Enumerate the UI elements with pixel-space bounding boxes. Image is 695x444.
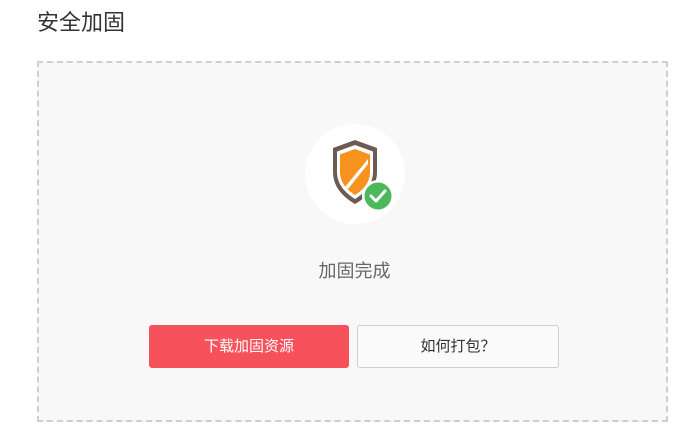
how-to-package-button[interactable]: 如何打包？ [357,325,559,368]
shield-check-icon [305,124,405,224]
page-title: 安全加固 [37,11,126,36]
result-panel: 加固完成 下载加固资源 如何打包？ [37,61,668,422]
page: 安全加固 加固完成 下载加固资源 如何打包？ [0,0,695,444]
download-resources-button[interactable]: 下载加固资源 [149,325,349,368]
status-text: 加固完成 [318,261,391,282]
